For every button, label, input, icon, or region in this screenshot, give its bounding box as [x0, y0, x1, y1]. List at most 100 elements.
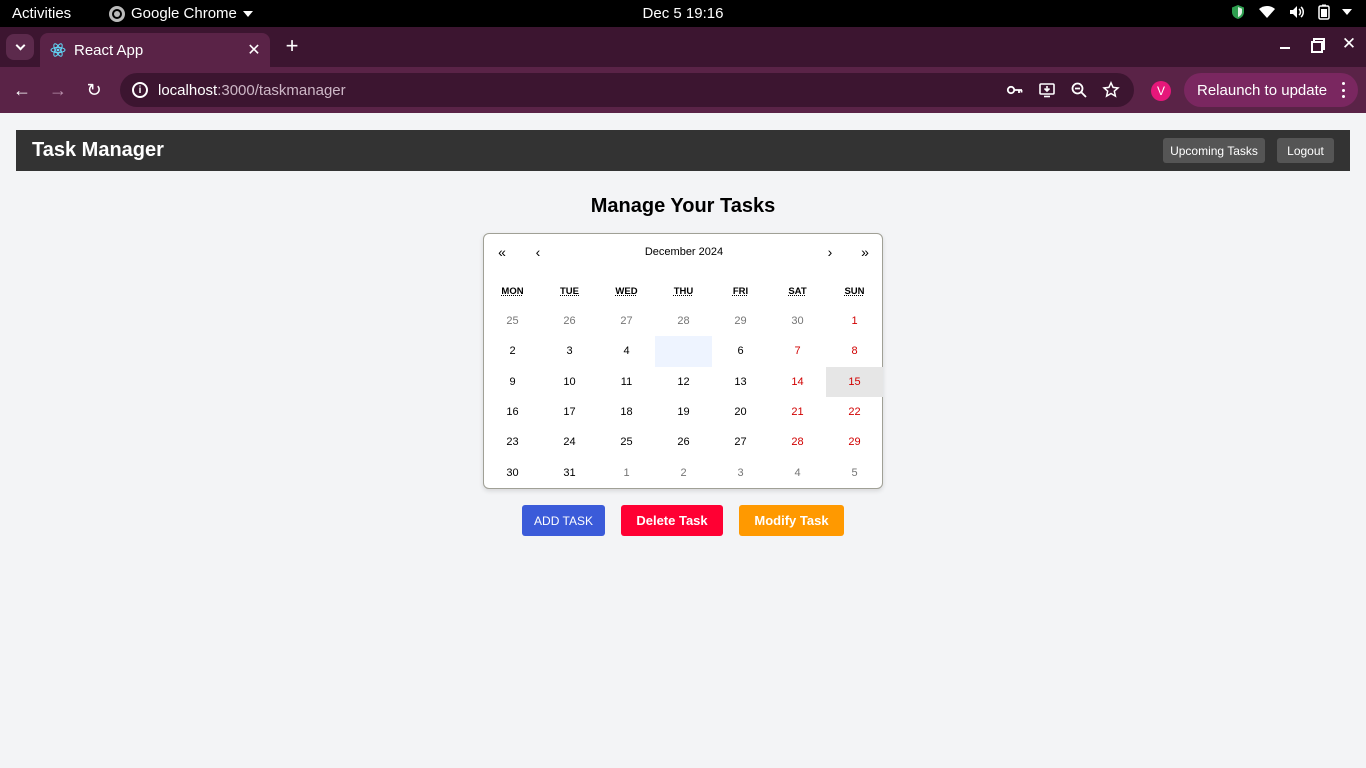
calendar-day[interactable]: 21 [769, 397, 826, 427]
browser-tab-strip: React App ✕ + ✕ [0, 27, 1366, 67]
weekday-label: TUE [560, 286, 579, 297]
system-menu-caret-icon [1342, 9, 1352, 15]
calendar-day[interactable]: 10 [541, 367, 598, 397]
address-bar-actions [1006, 81, 1120, 99]
app-menu[interactable]: Google Chrome [109, 5, 253, 22]
calendar-day[interactable]: 4 [598, 336, 655, 366]
modify-task-button[interactable]: Modify Task [739, 505, 844, 536]
calendar-day[interactable]: 2 [484, 336, 541, 366]
calendar-day[interactable]: 7 [769, 336, 826, 366]
delete-task-button[interactable]: Delete Task [621, 505, 723, 536]
browser-tab-react-app[interactable]: React App ✕ [40, 33, 270, 67]
close-window-icon[interactable]: ✕ [1340, 35, 1358, 53]
calendar-month-label[interactable]: December 2024 [556, 242, 812, 262]
calendar-day[interactable]: 16 [484, 397, 541, 427]
browser-toolbar: ← → ↻ i localhost:3000/taskmanager V Rel… [0, 67, 1366, 113]
next-year-button[interactable]: » [847, 242, 883, 262]
window-controls: ✕ [1276, 35, 1358, 53]
calendar-day[interactable]: 19 [655, 397, 712, 427]
shield-icon [1232, 5, 1244, 19]
previous-year-button[interactable]: « [484, 242, 520, 262]
minimize-icon[interactable] [1276, 35, 1294, 53]
next-month-button[interactable]: › [812, 242, 848, 262]
calendar-day[interactable]: 27 [712, 427, 769, 457]
calendar-day[interactable]: 12 [655, 367, 712, 397]
calendar-day[interactable]: 11 [598, 367, 655, 397]
relaunch-to-update-button[interactable]: Relaunch to update [1184, 73, 1358, 107]
tab-search-button[interactable] [6, 34, 34, 60]
app-title: Task Manager [32, 139, 164, 161]
chevron-down-icon [15, 40, 25, 50]
calendar-day[interactable]: 29 [712, 306, 769, 336]
calendar-day[interactable]: 31 [541, 457, 598, 487]
new-tab-button[interactable]: + [281, 35, 303, 57]
calendar-day[interactable]: 14 [769, 367, 826, 397]
calendar-day[interactable]: 22 [826, 397, 883, 427]
address-bar[interactable]: i localhost:3000/taskmanager [120, 73, 1134, 107]
calendar-day[interactable]: 3 [712, 457, 769, 487]
weekday-label: SAT [788, 286, 807, 297]
previous-month-button[interactable]: ‹ [520, 242, 556, 262]
calendar-day[interactable]: 23 [484, 427, 541, 457]
app-header: Task Manager Upcoming Tasks Logout [16, 130, 1350, 171]
calendar-day-today[interactable]: 5 [655, 336, 712, 367]
more-menu-icon[interactable] [1342, 82, 1346, 98]
calendar-day[interactable]: 27 [598, 306, 655, 336]
calendar-day[interactable]: 6 [712, 336, 769, 366]
app-name: Google Chrome [131, 5, 237, 22]
calendar-day[interactable]: 3 [541, 336, 598, 366]
calendar-day[interactable]: 26 [655, 427, 712, 457]
system-tray[interactable] [1230, 4, 1352, 20]
tab-close-icon[interactable]: ✕ [242, 38, 266, 62]
weekday-label: FRI [732, 286, 749, 297]
reload-icon[interactable]: ↻ [81, 77, 107, 103]
key-icon[interactable] [1006, 81, 1024, 99]
weekday-label: THU [673, 286, 694, 297]
calendar-day[interactable]: 30 [769, 306, 826, 336]
calendar-day[interactable]: 9 [484, 367, 541, 397]
calendar-day[interactable]: 29 [826, 427, 883, 457]
back-arrow-icon[interactable]: ← [9, 77, 35, 103]
calendar-day[interactable]: 28 [769, 427, 826, 457]
calendar-day[interactable]: 2 [655, 457, 712, 487]
calendar-day[interactable]: 25 [598, 427, 655, 457]
site-info-icon[interactable]: i [132, 82, 148, 98]
url-host: localhost [158, 81, 218, 99]
calendar-day[interactable]: 13 [712, 367, 769, 397]
page-content: Task Manager Upcoming Tasks Logout Manag… [0, 113, 1366, 768]
calendar-day[interactable]: 20 [712, 397, 769, 427]
battery-icon [1318, 4, 1330, 20]
install-app-icon[interactable] [1038, 81, 1056, 99]
weekday-label: MON [501, 286, 524, 297]
calendar-day[interactable]: 1 [598, 457, 655, 487]
task-calendar: « ‹ December 2024 › » MON TUE WED THU FR… [483, 233, 883, 489]
calendar-day[interactable]: 8 [826, 336, 883, 366]
calendar-day[interactable]: 26 [541, 306, 598, 336]
calendar-weekdays: MON TUE WED THU FRI SAT SUN [484, 286, 884, 302]
upcoming-tasks-button[interactable]: Upcoming Tasks [1163, 138, 1265, 163]
page-title: Manage Your Tasks [590, 195, 776, 217]
calendar-day[interactable]: 1 [826, 306, 883, 336]
profile-avatar[interactable]: V [1151, 81, 1171, 101]
logout-button[interactable]: Logout [1277, 138, 1334, 163]
calendar-days: 25 26 27 28 29 30 1 2 3 4 5 6 7 8 9 10 1… [484, 306, 884, 488]
calendar-day[interactable]: 30 [484, 457, 541, 487]
calendar-day[interactable]: 28 [655, 306, 712, 336]
calendar-day[interactable]: 17 [541, 397, 598, 427]
calendar-day[interactable]: 24 [541, 427, 598, 457]
calendar-day[interactable]: 4 [769, 457, 826, 487]
bookmark-star-icon[interactable] [1102, 81, 1120, 99]
react-logo-icon [50, 43, 66, 57]
restore-icon[interactable] [1308, 35, 1326, 53]
calendar-day[interactable]: 5 [826, 457, 883, 487]
caret-down-icon [242, 10, 253, 17]
activities-button[interactable]: Activities [12, 5, 71, 22]
forward-arrow-icon[interactable]: → [45, 77, 71, 103]
calendar-navigation: « ‹ December 2024 › » [484, 234, 884, 270]
calendar-day-selected[interactable]: 15 [826, 366, 883, 397]
weekday-label: WED [615, 286, 638, 297]
add-task-button[interactable]: ADD TASK [522, 505, 605, 536]
calendar-day[interactable]: 25 [484, 306, 541, 336]
calendar-day[interactable]: 18 [598, 397, 655, 427]
zoom-icon[interactable] [1070, 81, 1088, 99]
